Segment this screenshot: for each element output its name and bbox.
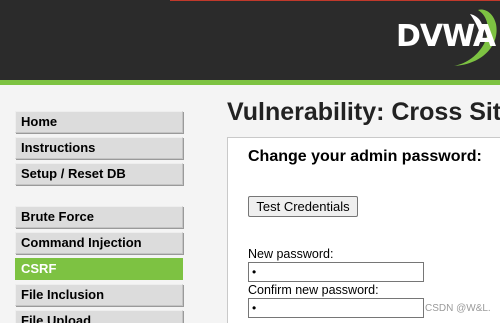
dvwa-page: DVWA Home Instructions Setup / Reset DB … [0, 0, 500, 323]
menu-item-csrf[interactable]: CSRF [15, 258, 183, 280]
menu-item-brute-force[interactable]: Brute Force [15, 206, 183, 228]
dvwa-logo[interactable]: DVWA [396, 19, 496, 55]
form-heading: Change your admin password: [248, 148, 482, 165]
csdn-watermark: CSDN @W&L. [425, 303, 491, 314]
header-top-line [170, 0, 500, 1]
menu-item-instructions[interactable]: Instructions [15, 137, 183, 159]
confirm-password-input[interactable]: • [248, 298, 424, 318]
menu-item-home[interactable]: Home [15, 111, 183, 133]
header-accent-bar [0, 80, 500, 85]
new-password-label: New password: [248, 247, 334, 261]
test-credentials-button[interactable]: Test Credentials [248, 196, 358, 217]
menu-item-file-upload[interactable]: File Upload [15, 310, 183, 323]
menu-item-file-inclusion[interactable]: File Inclusion [15, 284, 183, 306]
menu-item-setup-reset-db[interactable]: Setup / Reset DB [15, 163, 183, 185]
menu-item-command-injection[interactable]: Command Injection [15, 232, 183, 254]
new-password-input[interactable]: • [248, 262, 424, 282]
confirm-password-label: Confirm new password: [248, 283, 379, 297]
page-title: Vulnerability: Cross Site Request Forger… [227, 98, 500, 126]
